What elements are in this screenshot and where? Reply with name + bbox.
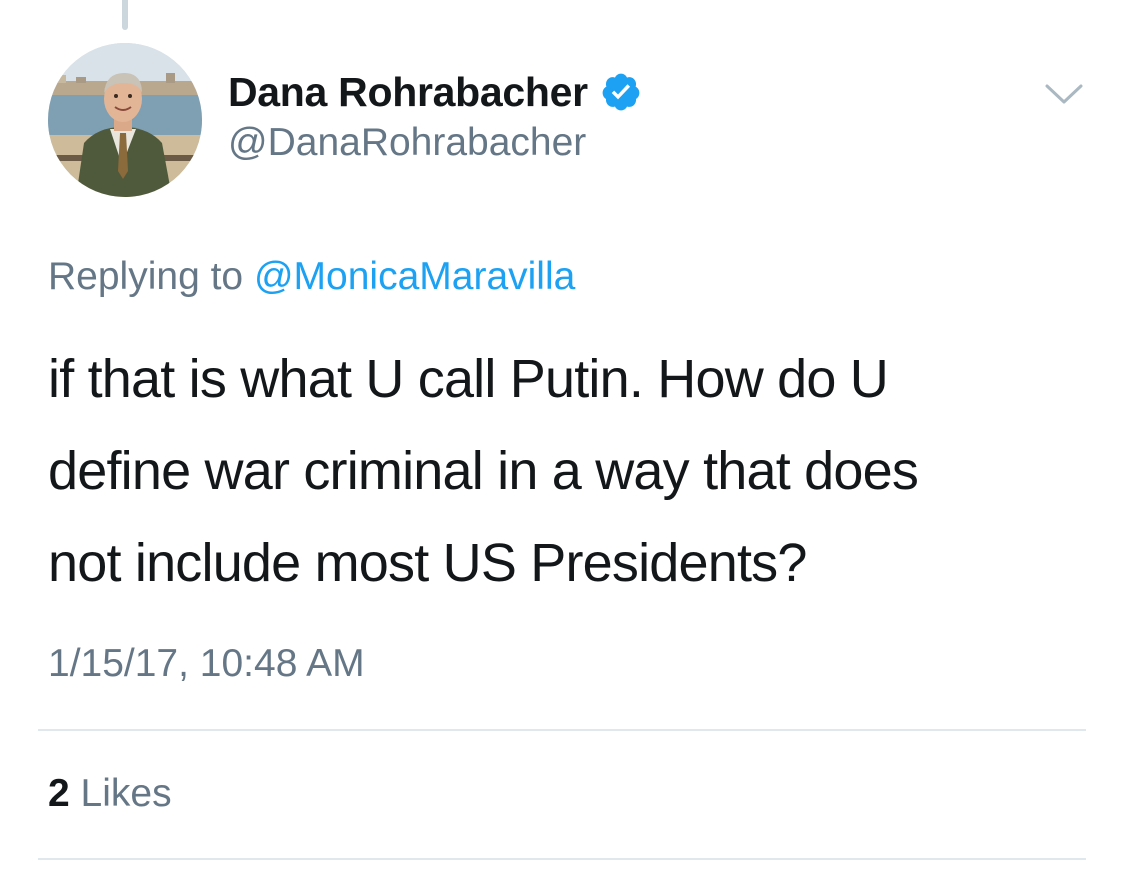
replying-to-line: Replying to @MonicaMaravilla (48, 255, 575, 299)
tweet-text-line: if that is what U call Putin. How do U (48, 349, 889, 409)
chevron-down-icon[interactable] (1044, 80, 1084, 108)
divider (38, 729, 1086, 731)
profile-photo (48, 43, 202, 197)
likes-count: 2 (48, 772, 70, 815)
divider (38, 858, 1086, 860)
avatar[interactable] (48, 43, 202, 197)
tweet-timestamp[interactable]: 1/15/17, 10:48 AM (48, 642, 365, 686)
tweet-text: if that is what U call Putin. How do U d… (48, 333, 1088, 609)
replying-to-label: Replying to (48, 255, 244, 298)
likes-label: Likes (80, 772, 172, 815)
tweet-text-line: define war criminal in a way that does (48, 441, 919, 501)
likes-stat[interactable]: 2 Likes (48, 772, 172, 816)
author-handle[interactable]: @DanaRohrabacher (228, 121, 586, 165)
thread-connector-line (122, 0, 128, 30)
tweet-text-line: not include most US Presidents? (48, 533, 807, 593)
author-display-name[interactable]: Dana Rohrabacher (228, 69, 588, 116)
verified-badge-icon (602, 73, 640, 111)
author-name-row[interactable]: Dana Rohrabacher (228, 67, 642, 117)
reply-mention-link[interactable]: @MonicaMaravilla (254, 255, 575, 298)
